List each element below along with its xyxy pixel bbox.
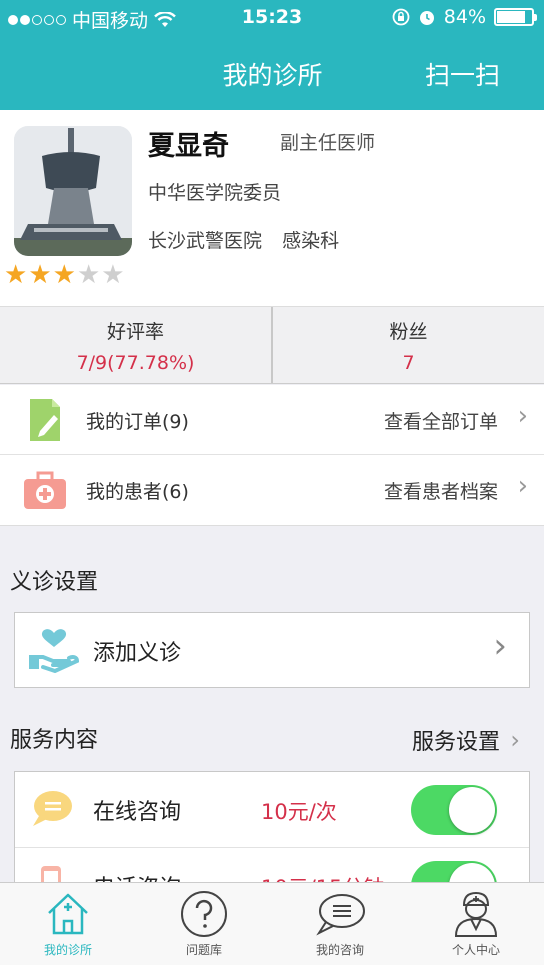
tab-label: 问题库: [185, 943, 222, 957]
service-price: 10元/次: [261, 800, 337, 824]
chat-bubble-icon: [33, 791, 72, 826]
add-free-clinic-button[interactable]: 添加义诊 ›: [14, 612, 530, 688]
fans-label: 粉丝: [389, 321, 428, 343]
menu-list: 我的订单(9) 查看全部订单 › 我的患者(6) 查看患者档案 ›: [0, 385, 544, 526]
fans[interactable]: 粉丝 7: [273, 307, 544, 383]
rotation-lock-icon: [392, 8, 410, 26]
tab-label: 我的咨询: [315, 943, 364, 957]
my-orders-label: 我的订单(9): [86, 411, 189, 433]
battery-percent: 84%: [443, 6, 486, 28]
chevron-right-icon: ›: [517, 471, 528, 501]
hospital-name: 长沙武警医院: [148, 230, 263, 252]
tab-bar: 我的诊所 问题库 我的咨询 个人中心: [0, 882, 544, 965]
add-free-clinic-label: 添加义诊: [93, 641, 182, 666]
my-patients-row[interactable]: 我的患者(6) 查看患者档案 ›: [0, 455, 544, 525]
chat-icon: [316, 894, 365, 936]
praise-rate-value: 7/9(77.78%): [76, 352, 195, 374]
star-icon: ★: [52, 260, 76, 290]
tab-my-clinic[interactable]: 我的诊所: [0, 883, 136, 965]
service-online-consult: 在线咨询 10元/次: [15, 772, 529, 848]
praise-rate-label: 好评率: [106, 321, 164, 343]
tab-label: 我的诊所: [43, 943, 92, 957]
doctor-title: 副主任医师: [280, 132, 376, 154]
avatar[interactable]: [14, 126, 132, 256]
status-bar: 中国移动 15:23 84%: [0, 0, 544, 36]
star-icon: ★: [28, 260, 52, 290]
tab-label: 个人中心: [451, 943, 500, 957]
stats-bar: 好评率 7/9(77.78%) 粉丝 7: [0, 306, 544, 384]
chevron-right-icon: ›: [510, 726, 520, 754]
online-consult-toggle[interactable]: [411, 785, 497, 835]
tab-my-consultations[interactable]: 我的咨询: [272, 883, 408, 965]
heart-hand-icon: [29, 629, 79, 673]
tower-photo: [14, 126, 132, 256]
praise-rate: 好评率 7/9(77.78%): [0, 307, 273, 383]
scan-button[interactable]: 扫一扫: [425, 56, 500, 92]
home-icon: [48, 893, 88, 935]
doctor-name: 夏显奇: [148, 131, 229, 162]
star-icon: ★: [101, 260, 125, 290]
my-orders-row[interactable]: 我的订单(9) 查看全部订单 ›: [0, 385, 544, 455]
chevron-right-icon: ›: [517, 401, 528, 431]
doctor-organization: 中华医学院委员: [148, 182, 282, 204]
doctor-profile[interactable]: 夏显奇 副主任医师 中华医学院委员 长沙武警医院 感染科 ★ ★ ★ ★ ★: [0, 110, 544, 306]
services-section-title: 服务内容: [10, 728, 99, 753]
doctor-hospital-info: 长沙武警医院 感染科: [148, 226, 353, 253]
alarm-icon: [419, 11, 434, 25]
fans-value: 7: [402, 352, 415, 374]
tab-question-bank[interactable]: 问题库: [136, 883, 272, 965]
status-right: 84%: [392, 6, 537, 28]
department-name: 感染科: [282, 230, 340, 252]
service-settings-link[interactable]: 服务设置: [412, 724, 500, 756]
chevron-right-icon: ›: [493, 626, 507, 666]
nav-bar: 我的诊所 扫一扫: [0, 36, 544, 110]
page-title: 我的诊所: [222, 61, 323, 90]
star-icon: ★: [76, 260, 101, 290]
service-label: 在线咨询: [93, 800, 182, 825]
view-patient-records-link[interactable]: 查看患者档案: [384, 477, 498, 504]
question-icon: [181, 891, 227, 937]
star-icon: ★: [4, 260, 28, 290]
tab-personal-center[interactable]: 个人中心: [408, 883, 544, 965]
medical-kit-icon: [24, 471, 66, 509]
my-patients-label: 我的患者(6): [86, 481, 189, 503]
free-clinic-section-title: 义诊设置: [10, 570, 99, 595]
battery-icon: [494, 8, 537, 26]
order-document-icon: [30, 399, 60, 441]
doctor-icon: [454, 891, 498, 937]
rating-stars: ★ ★ ★ ★ ★: [4, 262, 125, 288]
view-all-orders-link[interactable]: 查看全部订单: [384, 407, 498, 434]
